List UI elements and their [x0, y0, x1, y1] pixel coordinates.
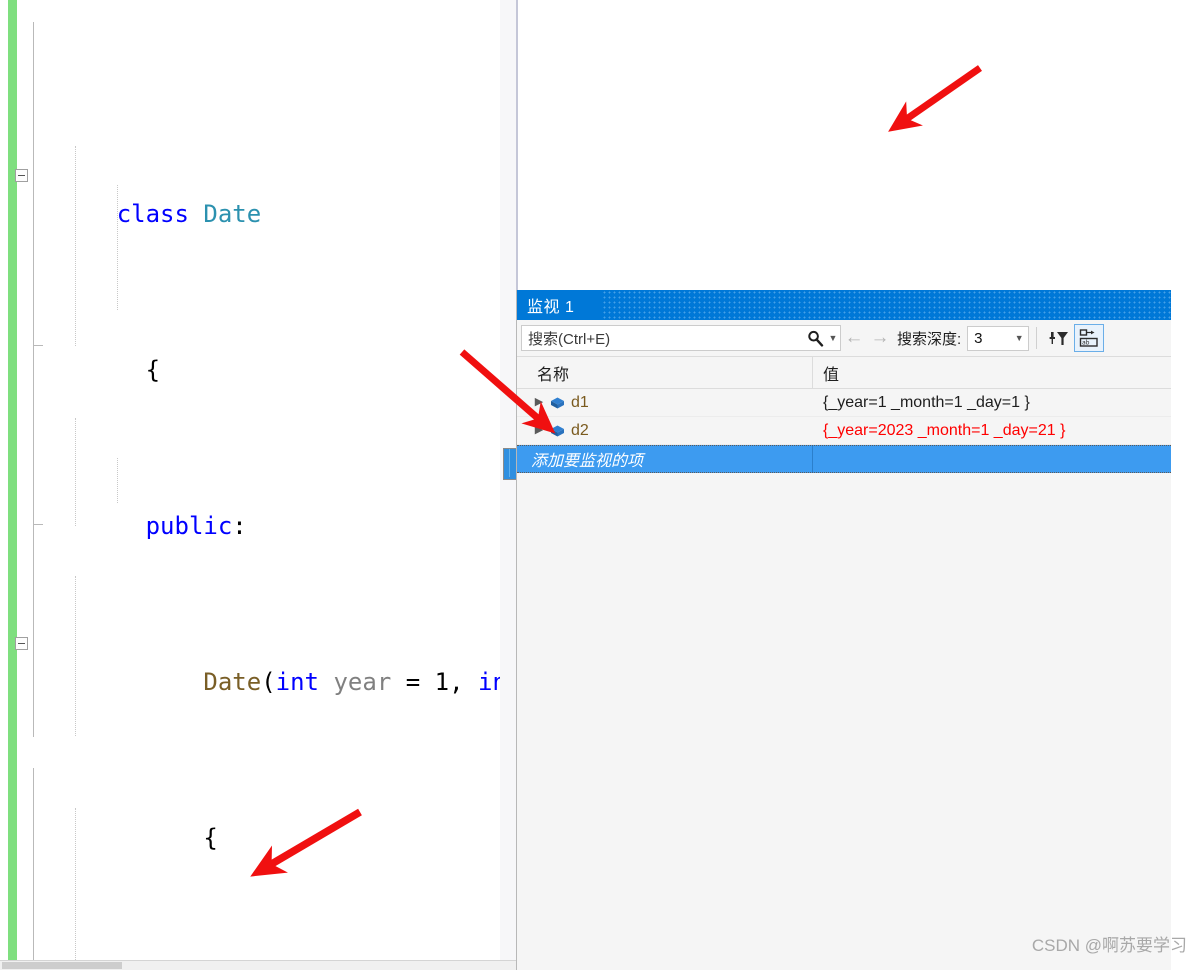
search-depth-value: 3 [974, 329, 983, 347]
column-header-name[interactable]: 名称 [517, 357, 813, 388]
watch-empty-area[interactable] [517, 473, 1171, 933]
editor-vertical-scrollbar-thumb[interactable] [503, 448, 517, 480]
watch-variable-value[interactable]: {_year=1 _month=1 _day=1 } [813, 394, 1171, 412]
watch-variable-name: d2 [571, 421, 589, 439]
watermark: CSDN @啊苏要学习 [1031, 936, 1187, 955]
editor-vertical-scrollbar-track[interactable] [500, 0, 516, 970]
object-box-icon [547, 423, 567, 439]
code-line[interactable]: class Date [0, 156, 1197, 228]
search-back-icon[interactable]: ← [841, 325, 867, 351]
collapse-toggle-icon[interactable] [15, 637, 28, 650]
add-watch-name-cell[interactable]: 添加要监视的项 [517, 446, 813, 472]
table-row[interactable]: ▶ d2 {_year=2023 _month=1 _day=21 } [517, 417, 1171, 445]
table-row[interactable]: ▶ d1 {_year=1 _month=1 _day=1 } [517, 389, 1171, 417]
column-header-value[interactable]: 值 [813, 357, 1171, 388]
add-watch-placeholder: 添加要监视的项 [531, 453, 644, 470]
expand-triangle-icon[interactable]: ▶ [531, 397, 547, 408]
search-depth-dropdown-icon[interactable]: ▼ [1010, 333, 1028, 343]
watch-variable-value[interactable]: {_year=2023 _month=1 _day=21 } [813, 422, 1171, 440]
watch-window[interactable]: 监视 1 搜索(Ctrl+E) ▼ ← → 搜索深度: 3 ▼ ab 名称 值 … [516, 290, 1171, 970]
search-input[interactable]: 搜索(Ctrl+E) [522, 328, 804, 349]
hex-display-icon: ab [1079, 329, 1098, 347]
search-forward-icon[interactable]: → [867, 325, 893, 351]
watch-row-name-cell[interactable]: ▶ d2 [517, 417, 813, 444]
search-box[interactable]: 搜索(Ctrl+E) ▼ [521, 325, 841, 351]
search-dropdown-icon[interactable]: ▼ [826, 326, 840, 350]
add-watch-item-row[interactable]: 添加要监视的项 [517, 445, 1171, 473]
hex-display-button[interactable]: ab [1074, 324, 1105, 352]
collapse-toggle-icon[interactable] [15, 169, 28, 182]
search-depth-input[interactable]: 3 ▼ [967, 325, 1030, 351]
pin-filter-icon [1049, 332, 1069, 345]
watch-row-list[interactable]: ▶ d1 {_year=1 _month=1 _day=1 } ▶ d2 {_y… [517, 389, 1171, 933]
pin-filter-button[interactable] [1044, 324, 1074, 352]
object-box-icon [547, 395, 567, 411]
editor-horizontal-scrollbar-thumb[interactable] [2, 962, 122, 969]
watch-toolbar[interactable]: 搜索(Ctrl+E) ▼ ← → 搜索深度: 3 ▼ ab [517, 320, 1171, 357]
expand-triangle-icon[interactable]: ▶ [531, 425, 547, 436]
watch-window-title: 监视 1 [527, 299, 575, 316]
toolbar-separator [1036, 327, 1038, 349]
svg-text:ab: ab [1082, 340, 1090, 347]
watch-row-name-cell[interactable]: ▶ d1 [517, 389, 813, 416]
watch-window-titlebar[interactable]: 监视 1 [517, 290, 1171, 320]
search-icon[interactable] [804, 326, 826, 350]
watch-variable-name: d1 [571, 393, 589, 411]
search-depth-label: 搜索深度: [897, 330, 962, 348]
titlebar-drag-pattern [602, 290, 1171, 320]
watch-column-headers: 名称 值 [517, 357, 1171, 389]
